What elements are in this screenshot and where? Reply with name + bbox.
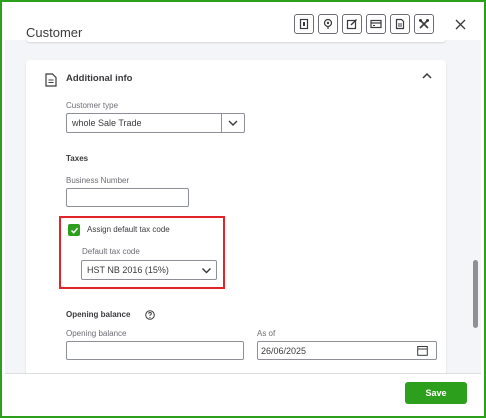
footer-divider [5,373,481,374]
as-of-label: As of [257,329,276,338]
help-icon[interactable] [145,310,155,320]
scrollbar-thumb[interactable] [473,260,478,328]
customer-type-value: whole Sale Trade [72,118,142,128]
assign-default-tax-checkbox[interactable] [68,224,80,236]
customer-type-label: Customer type [66,101,119,110]
default-tax-code-select[interactable]: HST NB 2016 (15%) [81,260,217,280]
dialog-title: Customer [26,25,83,40]
opening-balance-field[interactable] [66,341,244,360]
select-divider [221,114,222,132]
customer-type-select[interactable]: whole Sale Trade [66,113,245,133]
business-number-field[interactable] [66,188,189,207]
assign-default-tax-label[interactable]: Assign default tax code [87,225,170,234]
chevron-down-icon[interactable] [201,267,212,274]
card-icon[interactable] [366,14,386,34]
document-icon [45,73,57,87]
chevron-down-icon[interactable] [227,119,239,127]
default-tax-code-label: Default tax code [82,247,140,256]
section-title: Additional info [66,73,133,84]
location-pin-icon[interactable] [318,14,338,34]
opening-balance-heading: Opening balance [66,310,131,319]
tools-icon[interactable] [414,14,434,34]
save-button[interactable]: Save [405,382,467,404]
previous-section-card [26,40,446,42]
customer-dialog: Customer Additional info Customer type w… [0,0,486,418]
close-icon[interactable] [452,14,468,34]
chevron-up-icon[interactable] [421,71,433,81]
as-of-date-field[interactable]: 26/06/2025 [257,341,437,360]
edit-icon[interactable] [342,14,362,34]
business-number-label: Business Number [66,176,130,185]
additional-info-section: Additional info Customer type whole Sale… [26,60,446,373]
as-of-date-value: 26/06/2025 [261,346,307,356]
taxes-heading: Taxes [66,154,89,163]
calendar-icon[interactable] [417,345,428,356]
default-tax-code-value: HST NB 2016 (15%) [87,265,169,275]
document-icon[interactable] [390,14,410,34]
opening-balance-label: Opening balance [66,329,127,338]
checkmark-icon [70,227,78,234]
dialog-content[interactable]: Additional info Customer type whole Sale… [5,40,481,373]
id-card-icon[interactable] [294,14,314,34]
